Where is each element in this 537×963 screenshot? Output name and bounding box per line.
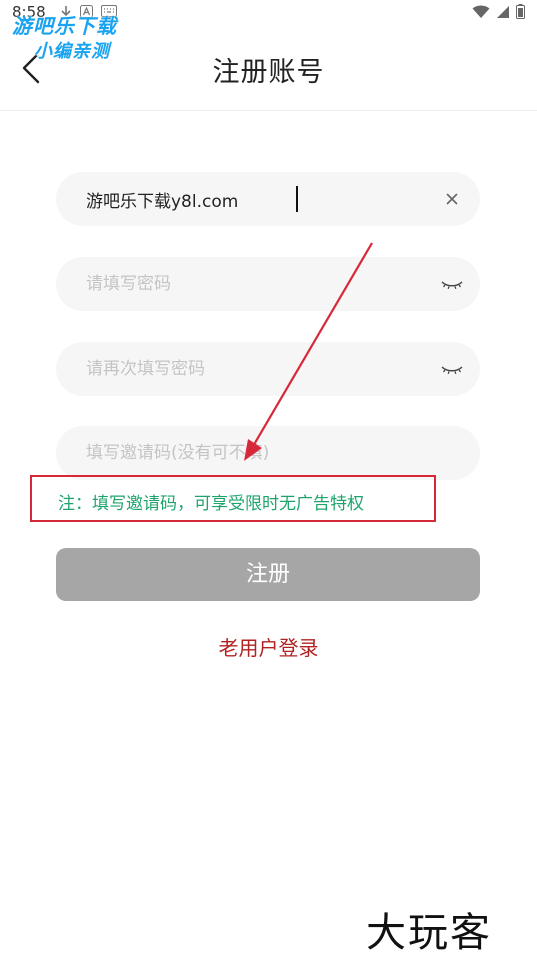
watermark-line2: 小编亲测 bbox=[34, 41, 110, 62]
battery-icon bbox=[516, 4, 525, 23]
text-caret bbox=[296, 186, 298, 212]
register-button[interactable]: 注册 bbox=[56, 548, 480, 601]
existing-user-login-link[interactable]: 老用户登录 bbox=[0, 632, 537, 661]
password-field bbox=[56, 257, 480, 311]
invite-note-text: 注：填写邀请码，可享受限时无广告特权 bbox=[58, 494, 364, 514]
eye-closed-icon bbox=[441, 281, 463, 290]
watermark: 游吧乐下载 小编亲测 bbox=[12, 10, 152, 63]
eye-closed-icon bbox=[441, 366, 463, 375]
invite-note-box: 注：填写邀请码，可享受限时无广告特权 bbox=[30, 475, 436, 522]
password-visibility-toggle[interactable] bbox=[440, 272, 464, 296]
invite-code-field bbox=[56, 426, 480, 480]
confirm-password-field bbox=[56, 342, 480, 396]
confirm-password-visibility-toggle[interactable] bbox=[440, 357, 464, 381]
close-icon bbox=[446, 193, 458, 205]
account-field bbox=[56, 172, 480, 226]
password-input[interactable] bbox=[86, 257, 416, 311]
status-right-icons bbox=[472, 4, 525, 23]
wifi-icon bbox=[472, 4, 490, 23]
account-input[interactable] bbox=[86, 172, 416, 226]
clear-button[interactable] bbox=[440, 187, 464, 211]
signal-icon bbox=[496, 4, 510, 23]
register-screen: 8:58 游吧乐下载 小编亲测 注册账号 游吧乐下载y8l.com 填写邀请码(… bbox=[0, 0, 537, 963]
brand-logo: 大玩客 bbox=[366, 910, 492, 956]
confirm-password-input[interactable] bbox=[86, 342, 416, 396]
watermark-line1: 游吧乐下载 bbox=[12, 14, 117, 38]
invite-code-input[interactable] bbox=[86, 426, 416, 480]
